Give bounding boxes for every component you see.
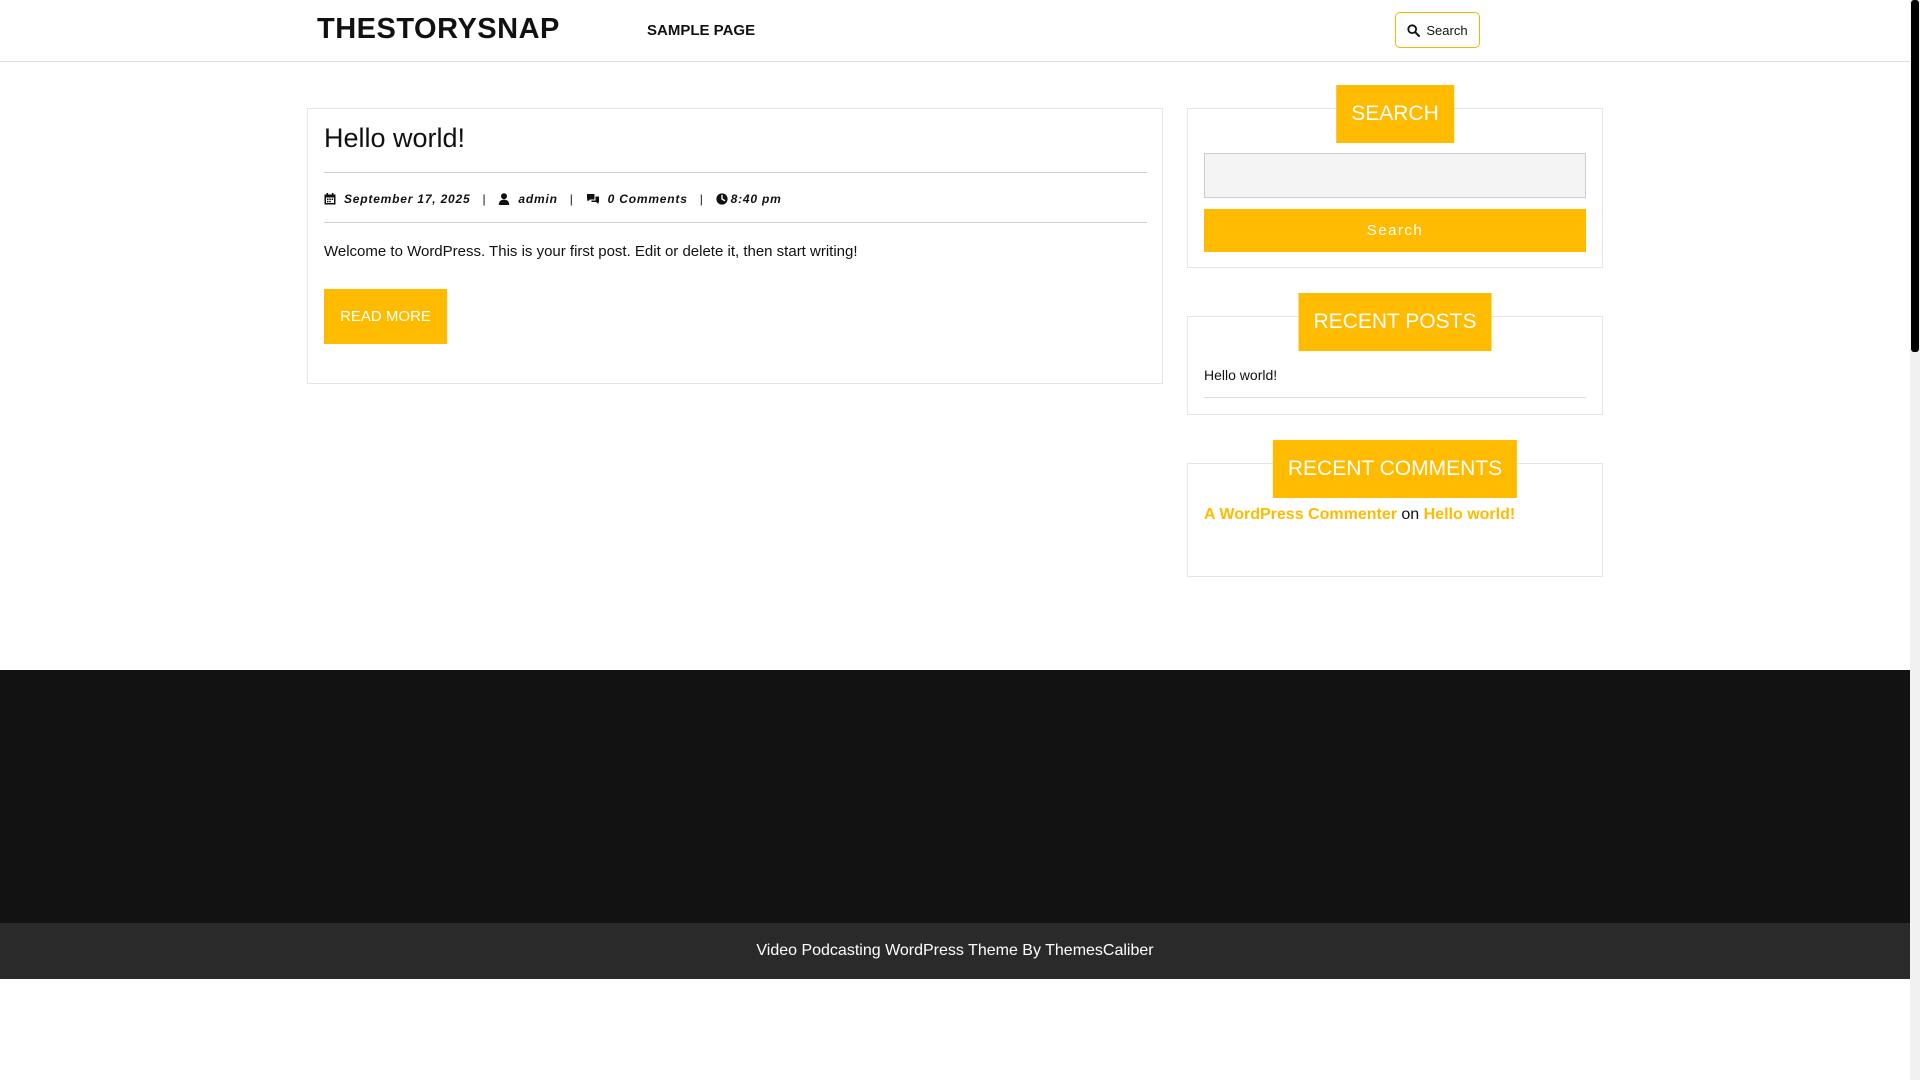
post-card: Hello world! September 17, 2025 | admin …	[307, 108, 1163, 384]
meta-separator: |	[699, 192, 704, 206]
recent-comment-item: A WordPress Commenter on Hello world!	[1204, 506, 1515, 524]
recent-post-link[interactable]: Hello world!	[1204, 367, 1277, 383]
site-header: THESTORYSNAP SAMPLE PAGE Search	[0, 0, 1910, 62]
post-meta: September 17, 2025 | admin | 0 Comments …	[324, 189, 782, 209]
post-comments[interactable]: 0 Comments	[586, 192, 688, 206]
calendar-icon	[324, 193, 336, 205]
nav-item-sample-page[interactable]: SAMPLE PAGE	[647, 22, 755, 39]
search-widget: SEARCH Search	[1187, 85, 1603, 268]
footer-credit-bar: Video Podcasting WordPress Theme By Them…	[0, 923, 1910, 979]
meta-separator: |	[482, 192, 487, 206]
post-title[interactable]: Hello world!	[324, 123, 465, 154]
search-input[interactable]	[1204, 153, 1586, 198]
post-time: 8:40 pm	[716, 192, 782, 206]
post-author[interactable]: admin	[498, 192, 557, 206]
comments-icon	[586, 193, 600, 205]
post-comments-text: 0 Comments	[607, 192, 688, 206]
header-search-button[interactable]: Search	[1395, 12, 1480, 48]
post-date-text: September 17, 2025	[344, 192, 471, 206]
divider	[1204, 397, 1586, 398]
site-title[interactable]: THESTORYSNAP	[317, 13, 560, 46]
recent-posts-title: RECENT POSTS	[1298, 293, 1492, 351]
comment-connector: on	[1401, 506, 1420, 523]
header-search-label: Search	[1426, 22, 1468, 38]
comment-post-link[interactable]: Hello world!	[1424, 506, 1516, 523]
recent-comments-widget: RECENT COMMENTS A WordPress Commenter on…	[1187, 440, 1603, 577]
user-icon	[498, 193, 510, 205]
footer-credit[interactable]: Video Podcasting WordPress Theme By Them…	[756, 942, 1153, 960]
footer-widgets-area	[0, 670, 1910, 923]
post-date[interactable]: September 17, 2025	[324, 192, 470, 206]
clock-icon	[716, 193, 728, 205]
recent-posts-widget: RECENT POSTS Hello world!	[1187, 293, 1603, 415]
divider	[324, 172, 1147, 173]
page-scrollbar[interactable]	[1910, 0, 1920, 1080]
recent-comments-title: RECENT COMMENTS	[1272, 440, 1518, 498]
search-icon	[1407, 23, 1421, 37]
post-time-text: 8:40 pm	[730, 192, 782, 206]
search-widget-title: SEARCH	[1336, 85, 1454, 143]
post-excerpt: Welcome to WordPress. This is your first…	[324, 243, 858, 260]
page: THESTORYSNAP SAMPLE PAGE Search Hello wo…	[0, 0, 1910, 1080]
read-more-button[interactable]: READ MORE	[324, 289, 447, 344]
divider	[324, 222, 1147, 223]
search-submit-button[interactable]: Search	[1204, 209, 1586, 252]
comment-author-link[interactable]: A WordPress Commenter	[1204, 506, 1397, 523]
meta-separator: |	[569, 192, 574, 206]
post-author-text: admin	[518, 192, 558, 206]
scrollbar-thumb[interactable]	[1911, 0, 1919, 352]
